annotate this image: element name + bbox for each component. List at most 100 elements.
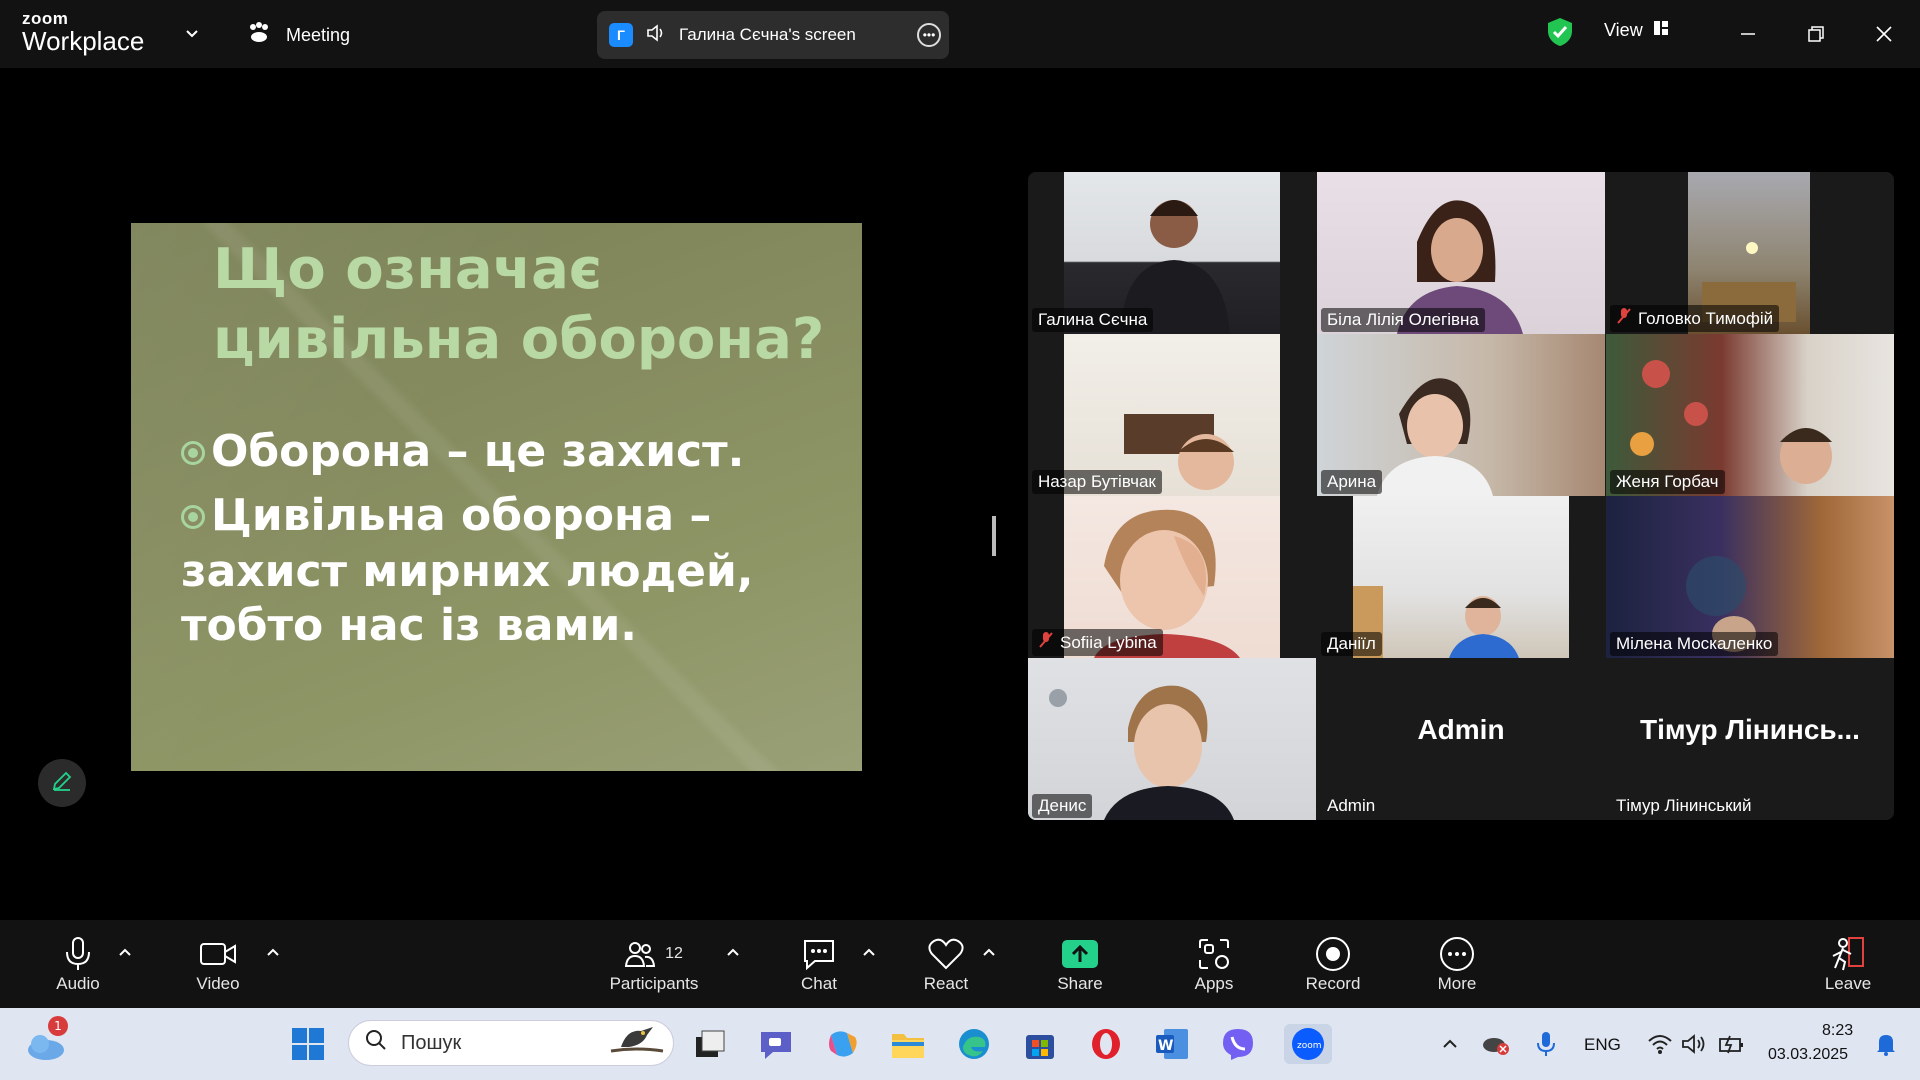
bullet-text: Цивільна оборона – bbox=[211, 490, 712, 541]
copilot-icon[interactable] bbox=[822, 1024, 862, 1064]
audio-button[interactable]: Audio bbox=[46, 920, 110, 1008]
chat-button[interactable]: Chat bbox=[787, 920, 851, 1008]
apps-label: Apps bbox=[1194, 974, 1234, 993]
share-label: Share bbox=[1057, 974, 1103, 993]
show-hidden-icons-chevron-icon[interactable] bbox=[1430, 1024, 1470, 1064]
chat-label: Chat bbox=[801, 974, 837, 993]
participants-label: Participants bbox=[609, 974, 699, 993]
language-indicator[interactable]: ENG bbox=[1584, 1035, 1621, 1055]
participant-name: Галина Сєчна bbox=[1032, 308, 1154, 332]
more-label: More bbox=[1437, 974, 1477, 993]
participant-tile[interactable]: Головко Тимофій bbox=[1606, 172, 1894, 334]
notifications-bell-icon[interactable] bbox=[1866, 1024, 1906, 1064]
encryption-shield-icon[interactable] bbox=[1546, 17, 1574, 47]
search-icon bbox=[365, 1029, 387, 1057]
slide-title-line2: цивільна оборона? bbox=[213, 307, 825, 372]
volume-icon[interactable] bbox=[1674, 1024, 1714, 1064]
meeting-label: Meeting bbox=[286, 24, 351, 45]
apps-icon bbox=[1196, 934, 1232, 974]
video-button[interactable]: Video bbox=[186, 920, 250, 1008]
participant-tile-active-speaker[interactable]: Денис bbox=[1028, 658, 1316, 820]
view-button[interactable]: View bbox=[1604, 20, 1669, 41]
more-options-icon[interactable]: ••• bbox=[917, 23, 941, 47]
participant-name: Назар Бутівчак bbox=[1032, 470, 1162, 494]
word-icon[interactable]: W bbox=[1152, 1024, 1192, 1064]
screen-share-label: Галина Сєчна's screen bbox=[679, 25, 856, 44]
onedrive-sync-error-icon[interactable] bbox=[1476, 1024, 1516, 1064]
more-button[interactable]: More bbox=[1425, 920, 1489, 1008]
speaker-icon bbox=[645, 23, 667, 48]
audio-options-caret-icon[interactable] bbox=[116, 944, 134, 962]
participant-tile[interactable]: Мілена Москаленко bbox=[1606, 496, 1894, 658]
muted-microphone-icon bbox=[1038, 631, 1054, 654]
microsoft-store-icon[interactable] bbox=[1020, 1024, 1060, 1064]
meeting-info-button[interactable]: Meeting bbox=[246, 20, 350, 50]
battery-icon[interactable] bbox=[1712, 1024, 1752, 1064]
record-button[interactable]: Record bbox=[1301, 920, 1365, 1008]
share-button[interactable]: Share bbox=[1048, 920, 1112, 1008]
pencil-icon bbox=[50, 769, 74, 797]
muted-microphone-icon bbox=[1616, 307, 1632, 330]
weather-widget[interactable]: 1 bbox=[26, 1016, 68, 1064]
heart-icon bbox=[927, 934, 965, 974]
participants-count: 12 bbox=[665, 945, 683, 962]
participant-tile[interactable]: Даніїл bbox=[1317, 496, 1605, 658]
participant-tile[interactable]: Арина bbox=[1317, 334, 1605, 496]
participant-tile[interactable]: Sofiia Lybina bbox=[1028, 496, 1316, 658]
search-highlight-bird-icon bbox=[607, 1023, 667, 1063]
chevron-down-icon[interactable] bbox=[182, 24, 202, 44]
minimize-icon[interactable] bbox=[1732, 18, 1764, 50]
clock-date[interactable]: 03.03.2025 bbox=[1768, 1046, 1848, 1064]
react-options-caret-icon[interactable] bbox=[980, 944, 998, 962]
screen-share-indicator[interactable]: Г Галина Сєчна's screen ••• bbox=[597, 11, 949, 59]
participant-name: Мілена Москаленко bbox=[1610, 632, 1779, 656]
leave-label: Leave bbox=[1824, 974, 1872, 993]
windows-start-icon[interactable] bbox=[288, 1024, 328, 1064]
participants-options-caret-icon[interactable] bbox=[724, 944, 742, 962]
participant-tile[interactable]: Admin Admin bbox=[1317, 658, 1605, 820]
file-explorer-icon[interactable] bbox=[888, 1024, 928, 1064]
bullet-text: Оборона – це захист. bbox=[211, 426, 745, 477]
participant-name: Арина bbox=[1321, 470, 1383, 494]
microphone-icon bbox=[63, 934, 93, 974]
participant-tile[interactable]: Біла Лілія Олегівна bbox=[1317, 172, 1605, 334]
participant-tile[interactable]: Женя Горбач bbox=[1606, 334, 1894, 496]
slide-title: Що означає цивільна оборона? bbox=[213, 235, 833, 375]
apps-button[interactable]: Apps bbox=[1182, 920, 1246, 1008]
opera-browser-icon[interactable] bbox=[1086, 1024, 1126, 1064]
participant-name: Sofiia Lybina bbox=[1032, 629, 1163, 656]
teams-chat-icon[interactable] bbox=[756, 1024, 796, 1064]
react-button[interactable]: React bbox=[914, 920, 978, 1008]
camera-icon bbox=[199, 934, 237, 974]
task-view-icon[interactable] bbox=[690, 1024, 730, 1064]
participant-tile[interactable]: Назар Бутівчак bbox=[1028, 334, 1316, 496]
svg-text:zoom: zoom bbox=[1297, 1041, 1322, 1051]
participant-tile[interactable]: Тімур Лінинсь... Тімур Лінинський bbox=[1606, 658, 1894, 820]
edge-browser-icon[interactable] bbox=[954, 1024, 994, 1064]
chat-options-caret-icon[interactable] bbox=[860, 944, 878, 962]
taskbar-search[interactable]: Пошук bbox=[348, 1020, 674, 1066]
video-label: Video bbox=[196, 974, 240, 993]
participants-button[interactable]: 12 Participants bbox=[602, 920, 706, 1008]
resize-handle[interactable] bbox=[992, 516, 996, 556]
share-screen-icon bbox=[1061, 934, 1099, 974]
notification-badge: 1 bbox=[48, 1016, 68, 1036]
chat-icon bbox=[801, 934, 837, 974]
video-options-caret-icon[interactable] bbox=[264, 944, 282, 962]
viber-icon[interactable] bbox=[1218, 1024, 1258, 1064]
zoom-app-icon[interactable]: zoom bbox=[1284, 1024, 1332, 1064]
leave-button[interactable]: Leave bbox=[1816, 920, 1880, 1008]
participant-tile[interactable]: Галина Сєчна bbox=[1028, 172, 1316, 334]
microphone-tray-icon[interactable] bbox=[1526, 1024, 1566, 1064]
bullet-text: тобто нас із вами. bbox=[181, 600, 638, 651]
close-icon[interactable] bbox=[1868, 18, 1900, 50]
slide-bullet: Оборона – це захист. bbox=[181, 423, 841, 481]
brand-zoom: zoom bbox=[22, 9, 69, 28]
annotate-button[interactable] bbox=[38, 759, 86, 807]
participant-name: Денис bbox=[1032, 794, 1093, 818]
participant-name: Женя Горбач bbox=[1610, 470, 1725, 494]
svg-text:W: W bbox=[1158, 1038, 1173, 1054]
zoom-workplace-logo: zoom Workplace bbox=[22, 10, 144, 55]
restore-icon[interactable] bbox=[1800, 18, 1832, 50]
clock-time[interactable]: 8:23 bbox=[1822, 1022, 1853, 1040]
